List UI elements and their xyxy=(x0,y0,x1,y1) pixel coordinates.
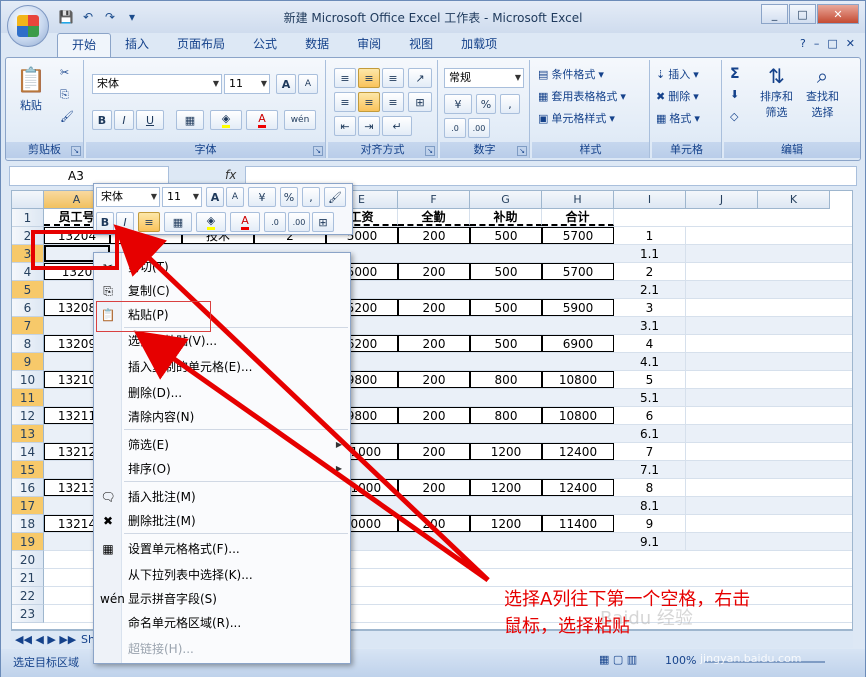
arrow-to-a3 xyxy=(113,224,490,582)
baidu-watermark-url: jingyan.baidu.com xyxy=(700,652,802,665)
highlight-a3-box xyxy=(31,230,119,270)
arrow-to-paste xyxy=(133,330,490,583)
annotation-line-1: 选择A列往下第一个空格，右击 xyxy=(504,589,751,610)
highlight-paste-box xyxy=(96,301,211,332)
annotation-line-2: 鼠标，选择粘贴 xyxy=(504,616,630,637)
annotation-arrows xyxy=(113,224,490,583)
annotation-text: 选择A列往下第一个空格，右击 鼠标，选择粘贴 xyxy=(504,586,844,640)
